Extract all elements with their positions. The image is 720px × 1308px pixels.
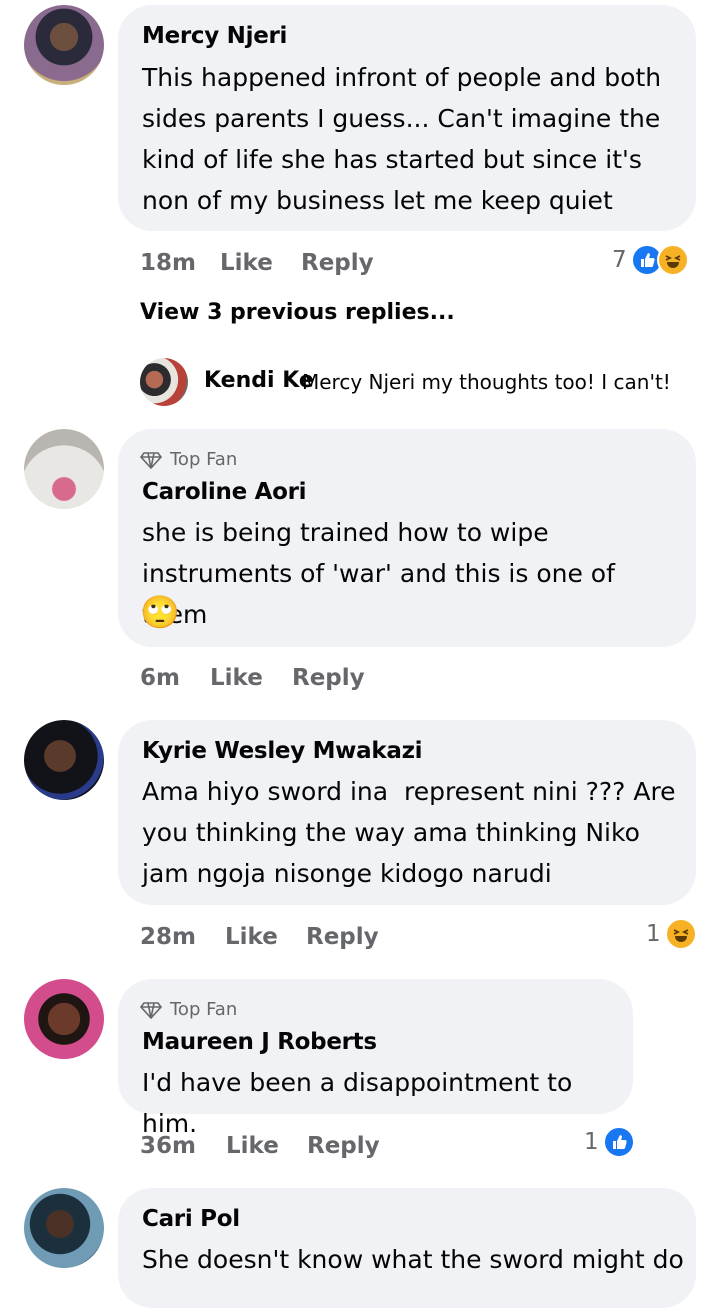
top-fan-badge: Top Fan	[140, 999, 237, 1020]
comment-time[interactable]: 28m	[140, 924, 196, 950]
like-button[interactable]: Like	[225, 924, 278, 950]
commenter-name[interactable]: Mercy Njeri	[142, 23, 287, 49]
comment-text: I'd have been a disappointment to him.	[142, 1068, 581, 1138]
avatar[interactable]	[24, 429, 104, 509]
like-button[interactable]: Like	[210, 665, 263, 691]
reply-button[interactable]: Reply	[307, 1133, 380, 1159]
comment-bubble: Cari Pol She doesn't know what the sword…	[118, 1188, 696, 1308]
avatar[interactable]	[24, 720, 104, 800]
reply-text: Mercy Njeri my thoughts too! I can't!	[302, 370, 671, 394]
reaction-summary[interactable]: 1	[646, 918, 697, 950]
comment-actions: 36m Like Reply	[140, 1133, 640, 1163]
comment-time[interactable]: 36m	[140, 1133, 196, 1159]
badge-label: Top Fan	[170, 999, 238, 1020]
commenter-name[interactable]: Maureen J Roberts	[142, 1029, 377, 1055]
comment-time[interactable]: 18m	[140, 250, 196, 276]
reaction-summary[interactable]: 7	[612, 244, 689, 276]
comment-bubble: Mercy Njeri This happened infront of peo…	[118, 5, 696, 231]
like-icon	[602, 1126, 635, 1158]
like-button[interactable]: Like	[220, 250, 273, 276]
comment-text: she is being trained how to wipe instrum…	[142, 518, 615, 629]
reply-author-name[interactable]: Kendi Ke	[204, 368, 314, 393]
avatar[interactable]	[24, 979, 104, 1059]
comment-actions: 28m Like Reply	[140, 924, 700, 954]
comment-actions: 6m Like Reply	[140, 665, 700, 695]
comment-bubble: Kyrie Wesley Mwakazi Ama hiyo sword ina …	[118, 720, 696, 905]
diamond-icon	[140, 451, 162, 469]
top-fan-badge: Top Fan	[140, 449, 237, 470]
view-previous-replies[interactable]: View 3 previous replies...	[140, 300, 455, 325]
comment-time[interactable]: 6m	[140, 665, 180, 691]
reply-button[interactable]: Reply	[292, 665, 365, 691]
avatar[interactable]	[140, 358, 188, 406]
like-button[interactable]: Like	[226, 1133, 279, 1159]
commenter-name[interactable]: Caroline Aori	[142, 479, 307, 505]
commenter-name[interactable]: Cari Pol	[142, 1206, 240, 1232]
comment-text: She doesn't know what the sword might do	[142, 1245, 684, 1274]
commenter-name[interactable]: Kyrie Wesley Mwakazi	[142, 738, 423, 764]
haha-icon	[664, 918, 697, 950]
eye-roll-emoji: 🙄	[140, 593, 180, 631]
reaction-count: 1	[646, 921, 661, 947]
comment-text: Ama hiyo sword ina represent nini ??? Ar…	[142, 777, 676, 888]
reply-button[interactable]: Reply	[301, 250, 374, 276]
reply-button[interactable]: Reply	[306, 924, 379, 950]
badge-label: Top Fan	[170, 449, 238, 470]
reaction-summary[interactable]: 1	[584, 1126, 635, 1158]
comment-text: This happened infront of people and both…	[142, 63, 662, 215]
reaction-count: 1	[584, 1129, 599, 1155]
avatar[interactable]	[24, 5, 104, 85]
comment-bubble: Top Fan Caroline Aori she is being train…	[118, 429, 696, 647]
diamond-icon	[140, 1001, 162, 1019]
comment-bubble: Top Fan Maureen J Roberts I'd have been …	[118, 979, 633, 1138]
reaction-count: 7	[612, 247, 627, 273]
haha-icon	[656, 244, 689, 276]
avatar[interactable]	[24, 1188, 104, 1268]
